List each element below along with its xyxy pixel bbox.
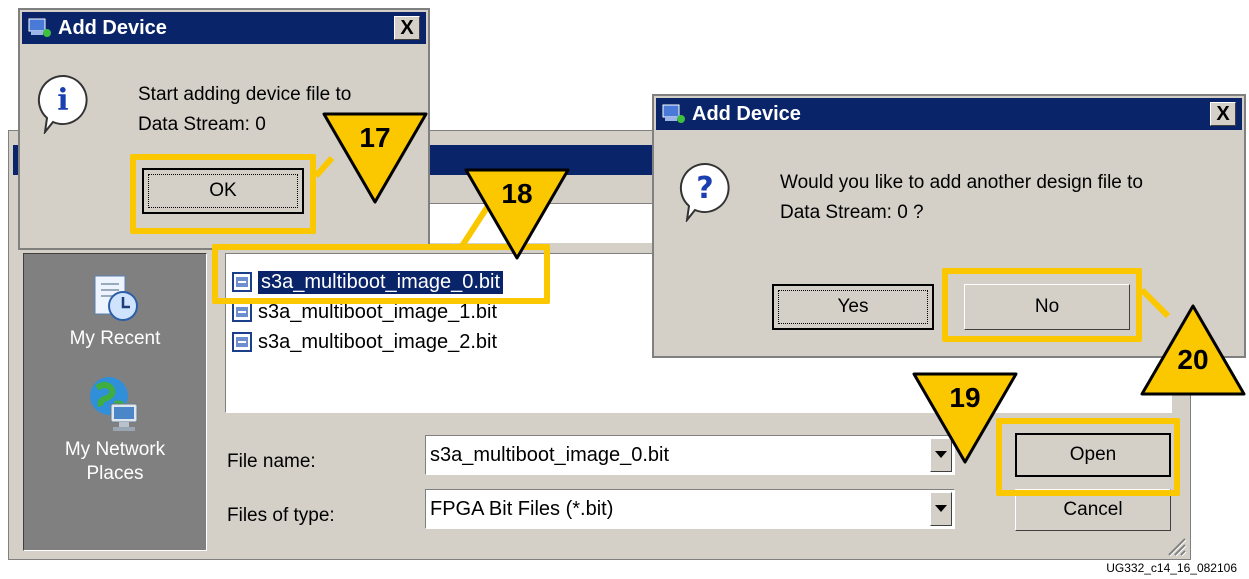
place-my-recent[interactable]: My Recent — [24, 274, 206, 354]
file-type-value: FPGA Bit Files (*.bit) — [430, 498, 614, 520]
recent-documents-icon — [94, 275, 138, 321]
info-icon: i — [37, 74, 88, 134]
file-item[interactable]: s3a_multiboot_image_2.bit — [232, 328, 497, 356]
yes-button[interactable]: Yes — [772, 284, 934, 330]
file-name-label: File name: — [227, 451, 316, 472]
highlight-open-button — [996, 418, 1180, 496]
info-dialog-close-button[interactable]: X — [394, 16, 420, 40]
callout-18: 18 — [462, 166, 572, 262]
file-name-combobox[interactable]: s3a_multiboot_image_0.bit — [425, 435, 955, 475]
bit-file-icon — [232, 302, 252, 322]
close-icon: X — [400, 17, 414, 39]
callout-19: 19 — [910, 370, 1020, 466]
highlight-no-button — [942, 268, 1142, 342]
callout-number: 20 — [1177, 344, 1209, 375]
callout-number: 19 — [949, 382, 981, 413]
callout-number: 18 — [501, 178, 533, 209]
highlight-ok-button — [130, 154, 316, 234]
question-message-line: Would you like to add another design fil… — [780, 172, 1143, 193]
question-dialog-close-button[interactable]: X — [1210, 102, 1236, 126]
app-icon — [662, 104, 685, 123]
dropdown-arrow-icon — [935, 505, 947, 512]
info-dialog-title: Add Device — [58, 16, 167, 39]
file-type-dropdown-button[interactable] — [930, 492, 952, 526]
info-dialog-titlebar: Add Device X — [22, 12, 426, 44]
resize-grip-icon[interactable] — [1165, 535, 1187, 557]
file-type-combobox[interactable]: FPGA Bit Files (*.bit) — [425, 489, 955, 529]
cancel-button-label: Cancel — [1063, 499, 1123, 520]
app-icon — [28, 18, 51, 37]
network-places-icon — [90, 377, 138, 431]
svg-text:i: i — [57, 83, 68, 118]
callout-17: 17 — [320, 110, 430, 206]
file-type-label: Files of type: — [227, 505, 335, 526]
question-icon: ? — [679, 162, 730, 222]
file-name-value: s3a_multiboot_image_0.bit — [430, 444, 670, 466]
callout-number: 17 — [359, 122, 391, 153]
question-dialog-title: Add Device — [692, 102, 801, 125]
question-message-line: Data Stream: 0 ? — [780, 202, 924, 223]
info-message-line: Start adding device file to — [138, 84, 352, 105]
svg-text:?: ? — [696, 171, 713, 206]
place-my-network-places[interactable]: My Network Places — [24, 374, 206, 484]
figure-id: UG332_c14_16_082106 — [1106, 561, 1237, 575]
places-bar: My Recent My Network Places — [23, 253, 207, 551]
place-label: My Network Places — [64, 439, 166, 484]
focus-rect — [778, 290, 928, 324]
callout-20: 20 — [1138, 302, 1248, 398]
file-name: s3a_multiboot_image_2.bit — [258, 330, 498, 353]
bit-file-icon — [232, 332, 252, 352]
close-icon: X — [1216, 103, 1230, 125]
place-label: My Recent — [69, 328, 161, 349]
question-dialog-message: Would you like to add another design fil… — [780, 168, 1143, 228]
question-dialog-titlebar: Add Device X — [656, 98, 1242, 130]
